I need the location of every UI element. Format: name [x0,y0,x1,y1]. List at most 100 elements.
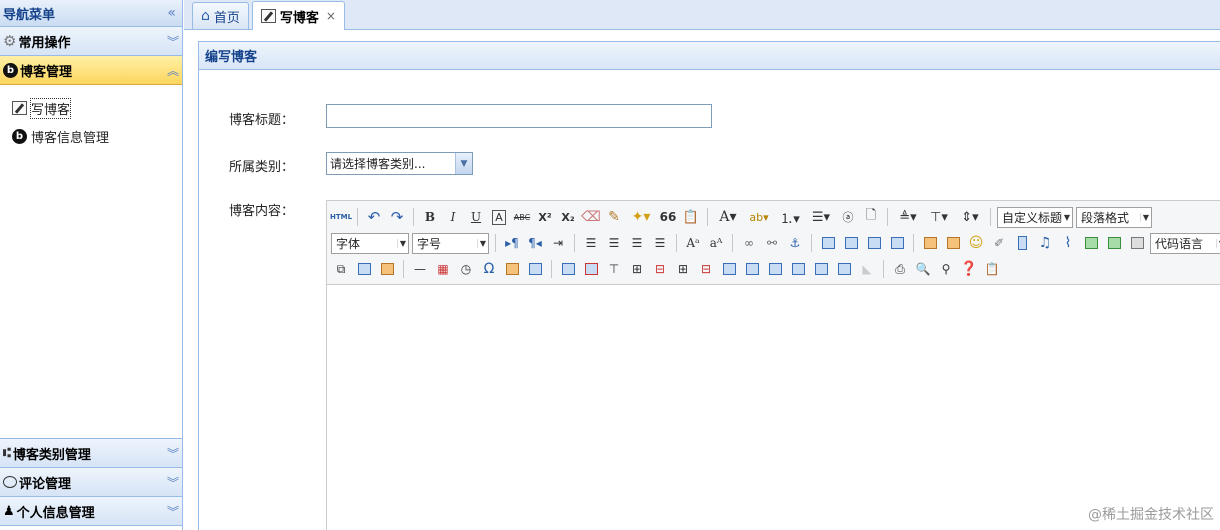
eraser-icon[interactable]: ⌫ [580,206,602,228]
close-tab-icon[interactable]: × [326,9,336,23]
insert-image-icon[interactable] [919,232,941,254]
link-icon[interactable]: ∞ [738,232,760,254]
date-icon[interactable]: ▦ [432,258,454,280]
image-float-left-icon[interactable] [817,232,839,254]
category-select[interactable]: 请选择博客类别... ▼ [326,152,473,175]
lowercase-icon[interactable]: aᴬ [705,232,727,254]
multi-image-icon[interactable] [942,232,964,254]
rtl-direction-icon[interactable]: ¶◂ [524,232,546,254]
special-char-button[interactable]: Ω [478,258,500,280]
map-icon[interactable] [1080,232,1102,254]
expand-chevron-icon: ︾ [166,504,179,519]
menu-item-blog-info[interactable]: b 博客信息管理 [12,125,182,147]
split-cells-icon[interactable] [787,258,809,280]
print-icon[interactable]: ⎙ [889,258,911,280]
line-height-icon[interactable]: ≜▾ [893,206,923,228]
ltr-direction-icon[interactable]: ▸¶ [501,232,523,254]
collapse-sidebar-icon[interactable]: « [167,5,176,21]
toolbar-row-1: HTML ↶ ↷ B I U A ABC X² X₂ ⌫ ✎ ✦▾ 66 � [330,204,1220,230]
horizontal-rule-icon[interactable]: — [409,258,431,280]
row-spacing-icon[interactable]: ⇕▾ [955,206,985,228]
wordimage-icon[interactable] [501,258,523,280]
panel-common-ops[interactable]: ⚙ 常用操作 ︾ [0,27,182,56]
snapscreen-icon[interactable] [524,258,546,280]
image-none-icon[interactable] [863,232,885,254]
merge-cells-icon[interactable] [718,258,740,280]
font-family-select[interactable]: 字体 ▼ [331,232,409,254]
custom-title-select[interactable]: 自定义标题 ▼ [997,206,1073,228]
help-icon[interactable]: ❓ [958,258,980,280]
paragraph-format-select[interactable]: 段落格式 ▼ [1076,206,1152,228]
anchor-icon[interactable]: ⚓ [784,232,806,254]
align-right-icon[interactable]: ☰ [626,232,648,254]
merge-right-icon[interactable] [741,258,763,280]
delete-col-icon[interactable]: ⊟ [695,258,717,280]
panel-blog-category[interactable]: ⑆ 博客类别管理 ︾ [0,439,182,468]
chevron-down-icon: ▼ [455,153,472,174]
emotion-icon[interactable]: ☺ [965,232,987,254]
insert-table-icon[interactable] [557,258,579,280]
insert-row-icon[interactable]: ⊞ [626,258,648,280]
background-icon[interactable] [376,258,398,280]
align-center-icon[interactable]: ☰ [603,232,625,254]
strikethrough-button[interactable]: ABC [511,206,533,228]
insert-frame-icon[interactable] [1126,232,1148,254]
insert-video-icon[interactable] [1011,232,1033,254]
google-map-icon[interactable] [1103,232,1125,254]
panel-blog-management[interactable]: b 博客管理 ︽ [0,56,182,85]
format-brush-icon[interactable]: ✎ [603,206,625,228]
panel-personal-info[interactable]: ♟ 个人信息管理 ︾ [0,497,182,526]
time-icon[interactable]: ◷ [455,258,477,280]
cell-properties-icon[interactable]: ◣ [856,258,878,280]
font-border-icon[interactable]: A [492,209,506,225]
indent-icon[interactable]: ⇥ [547,232,569,254]
template-icon[interactable] [353,258,375,280]
code-language-select[interactable]: 代码语言 ▼ [1150,232,1220,254]
superscript-button[interactable]: X² [534,206,556,228]
split-rows-icon[interactable] [810,258,832,280]
menu-item-write-blog[interactable]: 写博客 [12,97,182,119]
font-color-button[interactable]: A ▾ [713,206,743,228]
html-source-button[interactable]: HTML [330,206,352,228]
redo-icon[interactable]: ↷ [386,206,408,228]
uppercase-icon[interactable]: Aᵃ [682,232,704,254]
anchor-text-icon[interactable]: ⓐ [837,206,859,228]
page-icon[interactable]: 🗋 [860,206,882,228]
paragraph-spacing-icon[interactable]: ⊤▾ [924,206,954,228]
attachment-icon[interactable]: ⌇ [1057,232,1079,254]
image-float-right-icon[interactable] [840,232,862,254]
blockquote-button[interactable]: 66 [657,206,679,228]
ordered-list-icon[interactable]: ⒈▾ [775,206,805,228]
underline-button[interactable]: U [465,206,487,228]
font-size-select[interactable]: 字号 ▼ [412,232,489,254]
delete-row-icon[interactable]: ⊟ [649,258,671,280]
tab-write-blog[interactable]: 写博客 × [251,1,345,30]
delete-table-icon[interactable] [580,258,602,280]
align-left-icon[interactable]: ☰ [580,232,602,254]
page-break-icon[interactable]: ⧉ [330,258,352,280]
blog-title-input[interactable] [326,104,712,128]
draft-icon[interactable]: 📋 [981,258,1003,280]
tab-home[interactable]: ⌂ 首页 [192,2,249,29]
unordered-list-icon[interactable]: ☰▾ [806,206,836,228]
panel-blog-category-label: 博客类别管理 [12,447,91,463]
music-icon[interactable]: ♫ [1034,232,1056,254]
merge-down-icon[interactable] [764,258,786,280]
panel-comments[interactable]: 评论管理 ︾ [0,468,182,497]
search-replace-icon[interactable]: ⚲ [935,258,957,280]
unlink-icon[interactable]: ⚯ [761,232,783,254]
insert-col-icon[interactable]: ⊞ [672,258,694,280]
magic-wand-icon[interactable]: ✦▾ [626,206,656,228]
scrawl-icon[interactable]: ✐ [988,232,1010,254]
bold-button[interactable]: B [419,206,441,228]
subscript-button[interactable]: X₂ [557,206,579,228]
italic-button[interactable]: I [442,206,464,228]
preview-icon[interactable]: 🔍 [912,258,934,280]
highlight-color-icon[interactable]: ab▾ [744,206,774,228]
split-cols-icon[interactable] [833,258,855,280]
table-caption-icon[interactable]: ⊤ [603,258,625,280]
image-center-icon[interactable] [886,232,908,254]
align-justify-icon[interactable]: ☰ [649,232,671,254]
undo-icon[interactable]: ↶ [363,206,385,228]
paste-icon[interactable]: 📋 [680,206,702,228]
